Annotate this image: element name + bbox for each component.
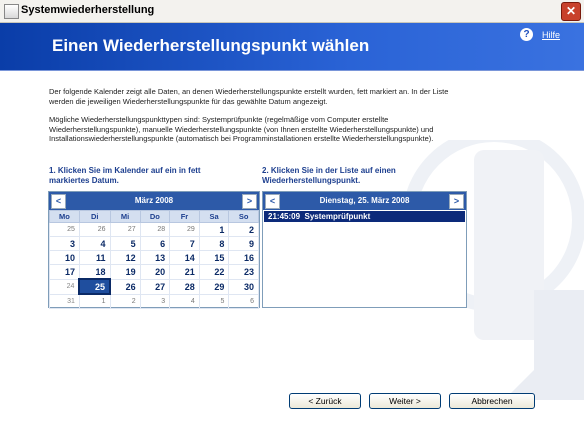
restore-list-header: < Dienstag, 25. März 2008 > [263, 192, 466, 210]
calendar-month: März 2008 [134, 196, 174, 205]
calendar-day[interactable]: 1 [198, 222, 230, 237]
calendar-header: < März 2008 > [49, 192, 259, 210]
calendar-day[interactable]: 5 [109, 236, 141, 251]
restore-point-time: 21:45:09 [268, 212, 301, 221]
close-button[interactable]: ✕ [561, 2, 581, 21]
calendar-day[interactable]: 27 [139, 278, 171, 295]
weekday-header: Fr [169, 210, 200, 223]
calendar-day[interactable]: 7 [169, 236, 200, 251]
calendar-day[interactable]: 25 [49, 222, 80, 237]
calendar-day[interactable]: 26 [78, 222, 111, 237]
calendar-day[interactable]: 27 [109, 222, 141, 237]
weekday-header: So [228, 210, 259, 223]
calendar-day[interactable]: 18 [78, 264, 111, 280]
calendar-day[interactable]: 19 [109, 264, 141, 280]
restore-point-item[interactable]: 21:45:09 Systemprüfpunkt [264, 211, 465, 222]
calendar-day[interactable]: 23 [228, 264, 259, 280]
calendar-day[interactable]: 5 [198, 293, 230, 309]
weekday-header: Mi [109, 210, 141, 223]
system-restore-icon [4, 4, 19, 19]
calendar-day[interactable]: 12 [109, 250, 141, 265]
calendar-day[interactable]: 29 [169, 222, 200, 237]
back-button[interactable]: < Zurück [289, 393, 361, 409]
wizard-content: Der folgende Kalender zeigt alle Daten, … [0, 71, 584, 429]
title-bar: Systemwiederherstellung ✕ [0, 0, 584, 23]
calendar-day[interactable]: 16 [228, 250, 259, 265]
calendar-next-button[interactable]: > [242, 194, 257, 209]
step2-label: 2. Klicken Sie in der Liste auf einen Wi… [262, 166, 396, 185]
calendar-day[interactable]: 10 [49, 250, 80, 265]
calendar-day[interactable]: 3 [49, 236, 80, 251]
weekday-header: Di [78, 210, 111, 223]
page-title: Einen Wiederherstellungspunkt wählen [52, 36, 370, 55]
calendar-day[interactable]: 13 [139, 250, 171, 265]
intro-paragraph: Der folgende Kalender zeigt alle Daten, … [49, 87, 449, 106]
calendar-day[interactable]: 28 [169, 278, 200, 295]
calendar-day[interactable]: 4 [169, 293, 200, 309]
restore-point-list: < Dienstag, 25. März 2008 > 21:45:09 Sys… [262, 191, 467, 308]
calendar-day[interactable]: 30 [228, 278, 259, 295]
calendar-day[interactable]: 1 [78, 293, 111, 309]
calendar-day[interactable]: 26 [109, 278, 141, 295]
calendar-day[interactable]: 6 [228, 293, 259, 309]
calendar-day[interactable]: 15 [198, 250, 230, 265]
restore-list-date: Dienstag, 25. März 2008 [319, 196, 410, 205]
step1-label: 1. Klicken Sie im Kalender auf ein in fe… [49, 166, 201, 185]
calendar-day[interactable]: 9 [228, 236, 259, 251]
next-button[interactable]: Weiter > [369, 393, 441, 409]
calendar-day[interactable]: 11 [78, 250, 111, 265]
calendar-day[interactable]: 21 [169, 264, 200, 280]
window-title: Systemwiederherstellung [21, 4, 155, 16]
wizard-header: Einen Wiederherstellungspunkt wählen ? H… [0, 23, 584, 71]
calendar-day[interactable]: 25 [78, 278, 112, 295]
calendar-day[interactable]: 4 [78, 236, 111, 251]
restore-list-next-button[interactable]: > [449, 194, 464, 209]
weekday-header: Do [139, 210, 171, 223]
calendar-grid: Mo Di Mi Do Fr Sa So 25 26 27 28 29 1 2 3 4 5 6 7 8 9 10 11 12… [49, 210, 259, 309]
calendar-day[interactable]: 22 [198, 264, 230, 280]
calendar: < März 2008 > Mo Di Mi Do Fr Sa So 25 26 27 28 29 1… [48, 191, 260, 309]
calendar-day[interactable]: 6 [139, 236, 171, 251]
calendar-day[interactable]: 3 [139, 293, 171, 309]
weekday-header: Sa [198, 210, 230, 223]
calendar-day[interactable]: 31 [49, 293, 80, 309]
calendar-day[interactable]: 24 [49, 278, 80, 295]
calendar-day[interactable]: 20 [139, 264, 171, 280]
help-icon[interactable]: ? [520, 28, 533, 41]
weekday-header: Mo [49, 210, 80, 223]
calendar-day[interactable]: 2 [228, 222, 259, 237]
calendar-day[interactable]: 8 [198, 236, 230, 251]
cancel-button[interactable]: Abbrechen [449, 393, 535, 409]
calendar-day[interactable]: 29 [198, 278, 230, 295]
calendar-day[interactable]: 2 [109, 293, 141, 309]
calendar-day[interactable]: 14 [169, 250, 200, 265]
restore-point-label: Systemprüfpunkt [304, 212, 371, 221]
calendar-day[interactable]: 28 [139, 222, 171, 237]
calendar-day[interactable]: 17 [49, 264, 80, 280]
help-link[interactable]: Hilfe [542, 30, 560, 40]
types-paragraph: Mögliche Wiederherstellungspunkttypen si… [49, 115, 434, 143]
